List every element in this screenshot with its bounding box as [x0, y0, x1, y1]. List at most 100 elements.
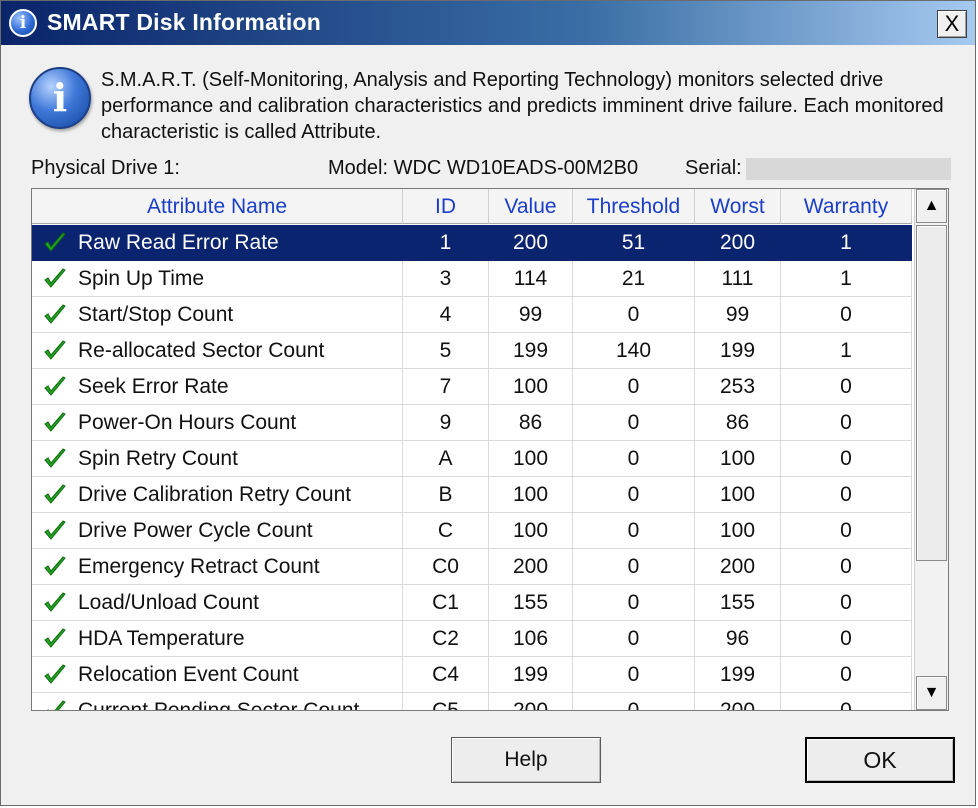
checkmark-icon: [44, 232, 66, 252]
table-row[interactable]: Seek Error Rate 7 100 0 253 0: [32, 369, 912, 405]
threshold-cell: 21: [573, 261, 695, 297]
value-cell: 100: [489, 369, 573, 405]
checkmark-icon: [44, 304, 66, 324]
close-button[interactable]: X: [937, 10, 967, 38]
table-row[interactable]: Start/Stop Count 4 99 0 99 0: [32, 297, 912, 333]
attribute-name: Seek Error Rate: [78, 375, 229, 398]
id-cell: 4: [403, 297, 489, 333]
table-row[interactable]: Drive Calibration Retry Count B 100 0 100 0: [32, 477, 912, 513]
threshold-cell: 0: [573, 477, 695, 513]
value-cell: 200: [489, 549, 573, 585]
worst-cell: 253: [695, 369, 781, 405]
id-cell: 3: [403, 261, 489, 297]
warranty-cell: 1: [781, 225, 912, 261]
id-cell: 7: [403, 369, 489, 405]
threshold-cell: 0: [573, 693, 695, 710]
checkmark-icon: [44, 376, 66, 396]
checkmark-icon: [44, 592, 66, 612]
value-cell: 199: [489, 657, 573, 693]
checkmark-icon: [44, 484, 66, 504]
checkmark-icon: [44, 520, 66, 540]
title-bar[interactable]: i SMART Disk Information X: [1, 1, 975, 45]
physical-drive-label: Physical Drive 1:: [31, 157, 180, 179]
table-row[interactable]: Load/Unload Count C1 155 0 155 0: [32, 585, 912, 621]
threshold-cell: 0: [573, 297, 695, 333]
warranty-cell: 0: [781, 297, 912, 333]
table-row[interactable]: Re-allocated Sector Count 5 199 140 199 1: [32, 333, 912, 369]
worst-cell: 199: [695, 333, 781, 369]
attribute-name: Relocation Event Count: [78, 663, 299, 686]
attribute-name-cell: Spin Up Time: [32, 261, 403, 297]
column-header-threshold[interactable]: Threshold: [573, 189, 695, 224]
warranty-cell: 0: [781, 621, 912, 657]
warranty-cell: 0: [781, 513, 912, 549]
info-description: S.M.A.R.T. (Self-Monitoring, Analysis an…: [101, 69, 944, 143]
column-header-attribute-name[interactable]: Attribute Name: [32, 189, 403, 224]
checkmark-icon: [47, 700, 66, 710]
column-header-warranty[interactable]: Warranty: [781, 189, 912, 224]
threshold-cell: 140: [573, 333, 695, 369]
table-row[interactable]: Raw Read Error Rate 1 200 51 200 1: [32, 225, 912, 261]
attribute-name: Power-On Hours Count: [78, 411, 297, 434]
worst-cell: 111: [695, 261, 781, 297]
table-row[interactable]: Spin Up Time 3 114 21 111 1: [32, 261, 912, 297]
threshold-cell: 0: [573, 585, 695, 621]
worst-cell: 99: [695, 297, 781, 333]
id-cell: B: [403, 477, 489, 513]
worst-cell: 100: [695, 441, 781, 477]
column-header-id[interactable]: ID: [403, 189, 489, 224]
attribute-name: Raw Read Error Rate: [78, 231, 279, 254]
threshold-cell: 0: [573, 549, 695, 585]
table-row[interactable]: HDA Temperature C2 106 0 96 0: [32, 621, 912, 657]
vertical-scrollbar[interactable]: ▲ ▼: [914, 189, 948, 710]
smart-dialog: i SMART Disk Information X i S.M.A.R.T. …: [0, 0, 976, 806]
checkmark-icon: [44, 448, 66, 468]
scroll-down-button[interactable]: ▼: [916, 676, 947, 710]
attribute-name-cell: Power-On Hours Count: [32, 405, 403, 441]
table-row[interactable]: Power-On Hours Count 9 86 0 86 0: [32, 405, 912, 441]
help-button[interactable]: Help: [451, 737, 601, 783]
threshold-cell: 0: [573, 513, 695, 549]
attribute-name: Spin Up Time: [78, 267, 205, 290]
attribute-name-cell: Start/Stop Count: [32, 297, 403, 333]
info-icon: i: [9, 9, 37, 37]
serial-redacted: [745, 157, 951, 180]
value-cell: 106: [489, 621, 573, 657]
attribute-name-cell: Emergency Retract Count: [32, 549, 403, 585]
model-label: Model:: [328, 157, 389, 179]
id-cell: C2: [403, 621, 489, 657]
table-row[interactable]: Current Pending Sector Count C5 200 0 200 0: [32, 693, 912, 710]
table-row[interactable]: Emergency Retract Count C0 200 0 200 0: [32, 549, 912, 585]
threshold-cell: 0: [573, 369, 695, 405]
table-row[interactable]: Drive Power Cycle Count C 100 0 100 0: [32, 513, 912, 549]
attribute-table[interactable]: Attribute Name ID Value Threshold Worst Warra…: [31, 188, 949, 711]
column-header-value[interactable]: Value: [489, 189, 573, 224]
warranty-cell: 0: [781, 657, 912, 693]
attribute-name-cell: Current Pending Sector Count: [32, 693, 403, 710]
checkmark-icon: [44, 268, 66, 288]
attribute-name: Load/Unload Count: [78, 591, 259, 614]
window-title: SMART Disk Information: [47, 9, 322, 35]
threshold-cell: 0: [573, 621, 695, 657]
attribute-name-cell: Raw Read Error Rate: [32, 225, 403, 261]
worst-cell: 200: [695, 549, 781, 585]
table-row[interactable]: Relocation Event Count C4 199 0 199 0: [32, 657, 912, 693]
ok-button[interactable]: OK: [805, 737, 955, 783]
checkmark-icon: [44, 340, 66, 360]
id-cell: 5: [403, 333, 489, 369]
column-header-worst[interactable]: Worst: [695, 189, 781, 224]
table-header: Attribute Name ID Value Threshold Worst Warra…: [32, 189, 912, 225]
checkmark-icon: [44, 412, 66, 432]
value-cell: 200: [489, 225, 573, 261]
table-row[interactable]: Spin Retry Count A 100 0 100 0: [32, 441, 912, 477]
threshold-cell: 0: [573, 657, 695, 693]
worst-cell: 96: [695, 621, 781, 657]
checkmark-icon: [44, 556, 66, 576]
scroll-thumb[interactable]: [916, 225, 947, 561]
attribute-name-cell: Re-allocated Sector Count: [32, 333, 403, 369]
worst-cell: 100: [695, 513, 781, 549]
value-cell: 100: [489, 441, 573, 477]
warranty-cell: 1: [781, 261, 912, 297]
id-cell: C4: [403, 657, 489, 693]
scroll-up-button[interactable]: ▲: [916, 189, 947, 223]
